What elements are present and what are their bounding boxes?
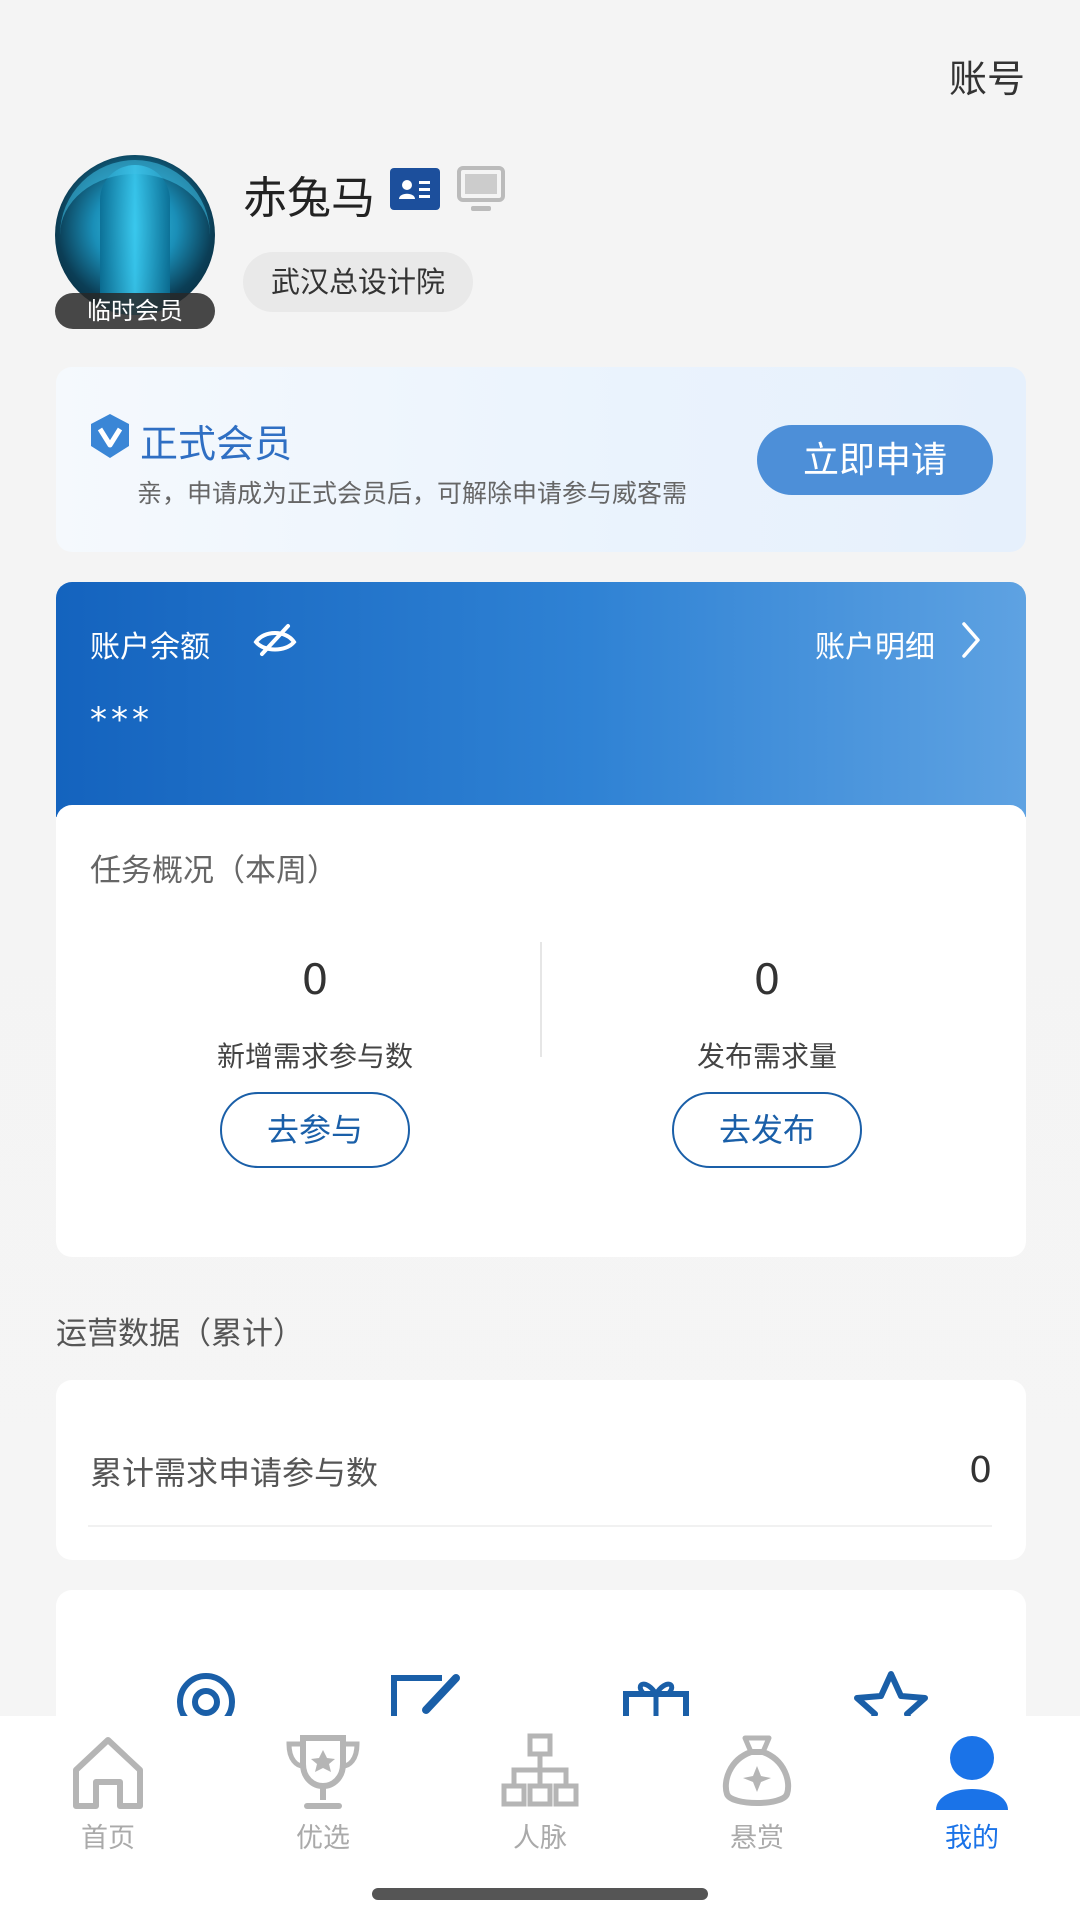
operations-title: 运营数据（累计） (56, 1316, 304, 1352)
balance-card (56, 582, 1026, 817)
gift-icon[interactable] (616, 1670, 696, 1720)
nav-label-mine: 我的 (945, 1823, 999, 1854)
nav-label-home: 首页 (81, 1823, 135, 1854)
star-icon[interactable] (851, 1670, 931, 1720)
membership-description: 亲，申请成为正式会员后，可解除申请参与威客需 (137, 479, 688, 508)
nav-item-reward[interactable]: 悬赏 (682, 1730, 832, 1855)
balance-label: 账户余额 (90, 630, 210, 665)
balance-value: *** (90, 700, 153, 740)
nav-item-network[interactable]: 人脉 (465, 1730, 615, 1855)
task-overview-title: 任务概况（本周） (90, 853, 338, 889)
participate-button[interactable]: 去参与 (220, 1092, 410, 1168)
nav-item-featured[interactable]: 优选 (248, 1730, 398, 1855)
organization-chip: 武汉总设计院 (243, 252, 474, 312)
id-card-icon (390, 168, 440, 210)
tools-card (56, 1590, 1026, 1720)
member-tag: 临时会员 (55, 293, 215, 329)
nav-item-home[interactable]: 首页 (33, 1730, 183, 1855)
trophy-icon (286, 1735, 360, 1809)
nav-label-reward: 悬赏 (730, 1823, 784, 1854)
membership-title: 正式会员 (140, 422, 293, 466)
stat-divider (540, 942, 542, 1057)
location-icon[interactable] (166, 1670, 246, 1720)
chevron-right-icon[interactable] (960, 620, 982, 660)
operations-row-label: 累计需求申请参与数 (90, 1454, 379, 1492)
published-demand-count: 0 (753, 955, 781, 1004)
nav-label-featured: 优选 (296, 1823, 350, 1854)
avatar-image (55, 155, 215, 315)
computer-icon (455, 164, 507, 216)
account-link[interactable]: 账号 (949, 48, 1025, 103)
user-icon (936, 1736, 1008, 1810)
avatar[interactable]: 临时会员 (55, 155, 217, 330)
user-name: 赤兔马 (243, 173, 375, 224)
published-demand-label: 发布需求量 (696, 1040, 837, 1073)
new-participation-label: 新增需求参与数 (216, 1040, 413, 1073)
verified-shield-icon (88, 412, 132, 460)
nav-item-mine[interactable]: 我的 (897, 1730, 1047, 1855)
publish-button[interactable]: 去发布 (672, 1092, 862, 1168)
apply-button[interactable]: 立即申请 (757, 425, 993, 495)
nav-label-network: 人脉 (513, 1823, 567, 1854)
home-indicator[interactable] (372, 1888, 708, 1900)
network-icon (501, 1733, 579, 1807)
new-participation-count: 0 (301, 955, 329, 1004)
operations-divider (88, 1525, 992, 1527)
account-detail-link[interactable]: 账户明细 (815, 622, 935, 666)
money-bag-icon (722, 1735, 792, 1806)
edit-icon[interactable] (386, 1670, 466, 1720)
eye-hidden-icon[interactable] (252, 622, 298, 658)
home-icon (73, 1737, 143, 1809)
operations-row-value: 0 (969, 1450, 992, 1491)
